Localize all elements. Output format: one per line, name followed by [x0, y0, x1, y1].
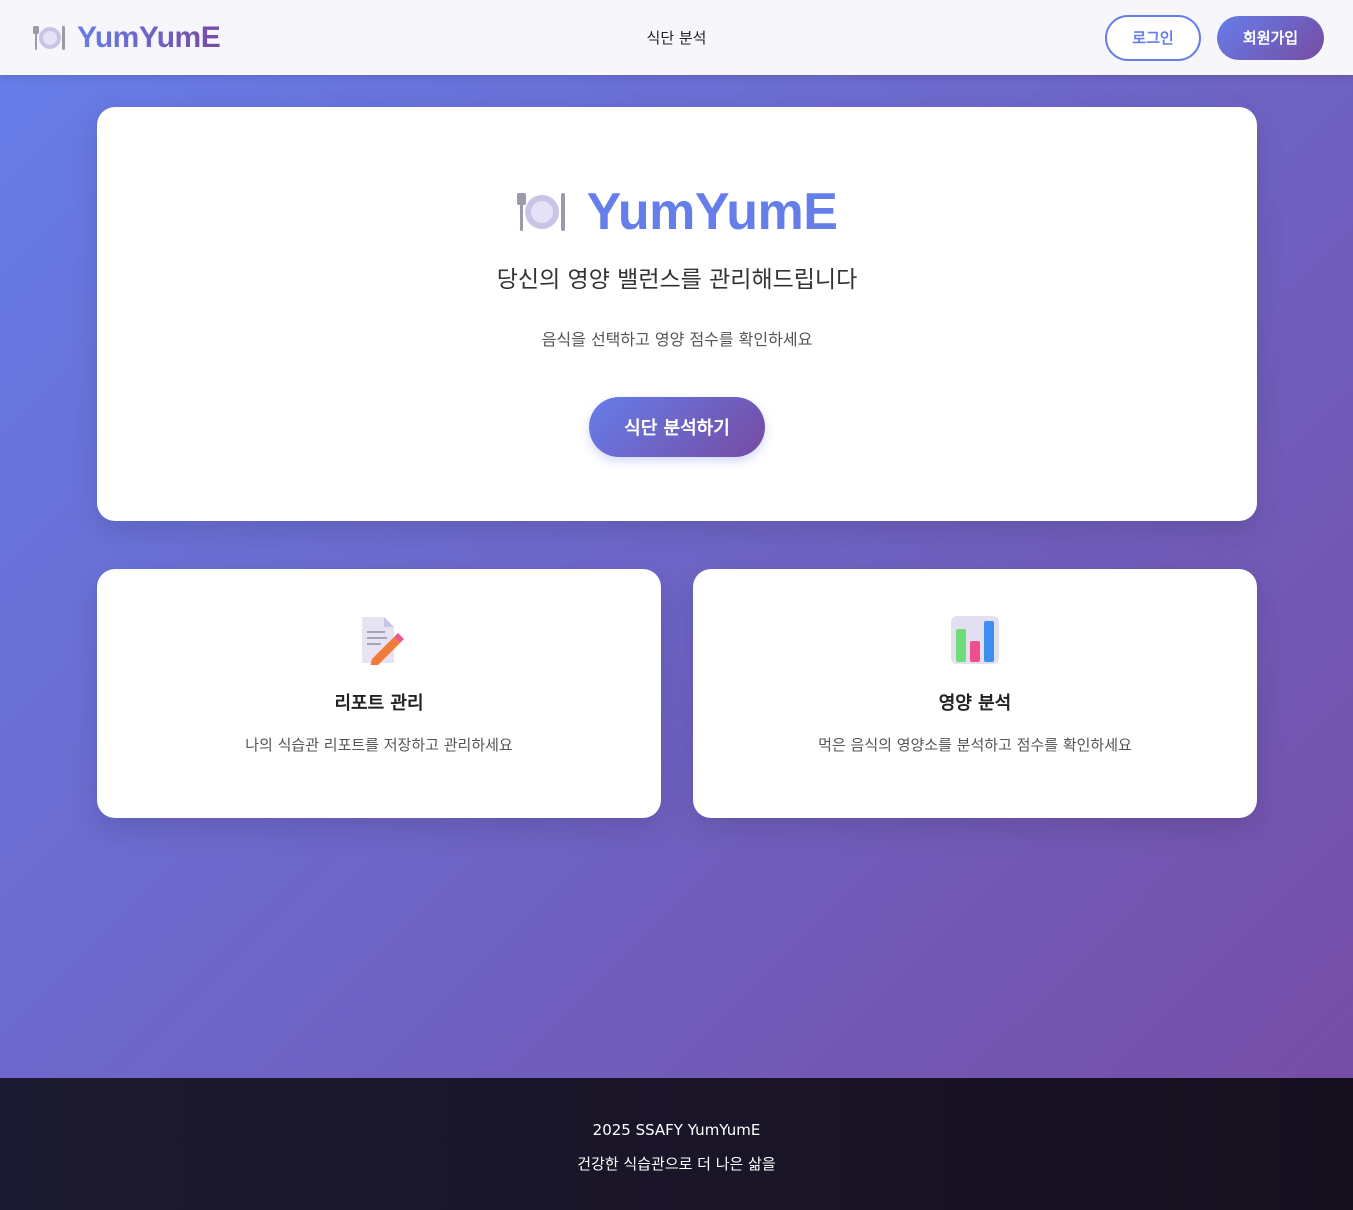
bar-chart-icon	[951, 616, 999, 664]
brand-name: YumYumE	[77, 20, 221, 54]
hero-card: YumYumE 당신의 영양 밸런스를 관리해드립니다 음식을 선택하고 영양 …	[97, 107, 1257, 521]
hero-description: 음식을 선택하고 영양 점수를 확인하세요	[541, 330, 813, 349]
feature-card-nutrition[interactable]: 영양 분석 먹은 음식의 영양소를 분석하고 점수를 확인하세요	[693, 569, 1257, 818]
plate-cutlery-icon	[33, 25, 65, 50]
nav-diet-analysis[interactable]: 식단 분석	[647, 27, 707, 48]
hero-subtitle: 당신의 영양 밸런스를 관리해드립니다	[496, 267, 858, 293]
analyze-diet-button[interactable]: 식단 분석하기	[589, 397, 765, 457]
footer-copyright: 2025 SSAFY YumYumE	[592, 1121, 761, 1139]
feature-title: 영양 분석	[938, 693, 1012, 714]
feature-title: 리포트 관리	[334, 693, 424, 714]
hero-title-row: YumYumE	[97, 182, 1257, 242]
memo-pencil-icon	[362, 617, 404, 665]
footer: 2025 SSAFY YumYumE 건강한 식습관으로 더 나은 삶을	[0, 1078, 1353, 1210]
brand-logo-link[interactable]: YumYumE	[33, 20, 221, 55]
auth-buttons: 로그인 회원가입	[1105, 14, 1324, 61]
top-nav-bar: YumYumE 식단 분석 로그인 회원가입	[0, 0, 1353, 75]
login-button[interactable]: 로그인	[1105, 14, 1201, 61]
feature-description: 나의 식습관 리포트를 저장하고 관리하세요	[245, 736, 513, 754]
plate-cutlery-icon	[516, 193, 565, 231]
hero-title: YumYumE	[586, 183, 838, 241]
footer-tagline: 건강한 식습관으로 더 나은 삶을	[577, 1155, 776, 1173]
signup-button[interactable]: 회원가입	[1217, 15, 1324, 60]
feature-card-report[interactable]: 리포트 관리 나의 식습관 리포트를 저장하고 관리하세요	[97, 569, 661, 818]
feature-description: 먹은 음식의 영양소를 분석하고 점수를 확인하세요	[818, 736, 1132, 754]
